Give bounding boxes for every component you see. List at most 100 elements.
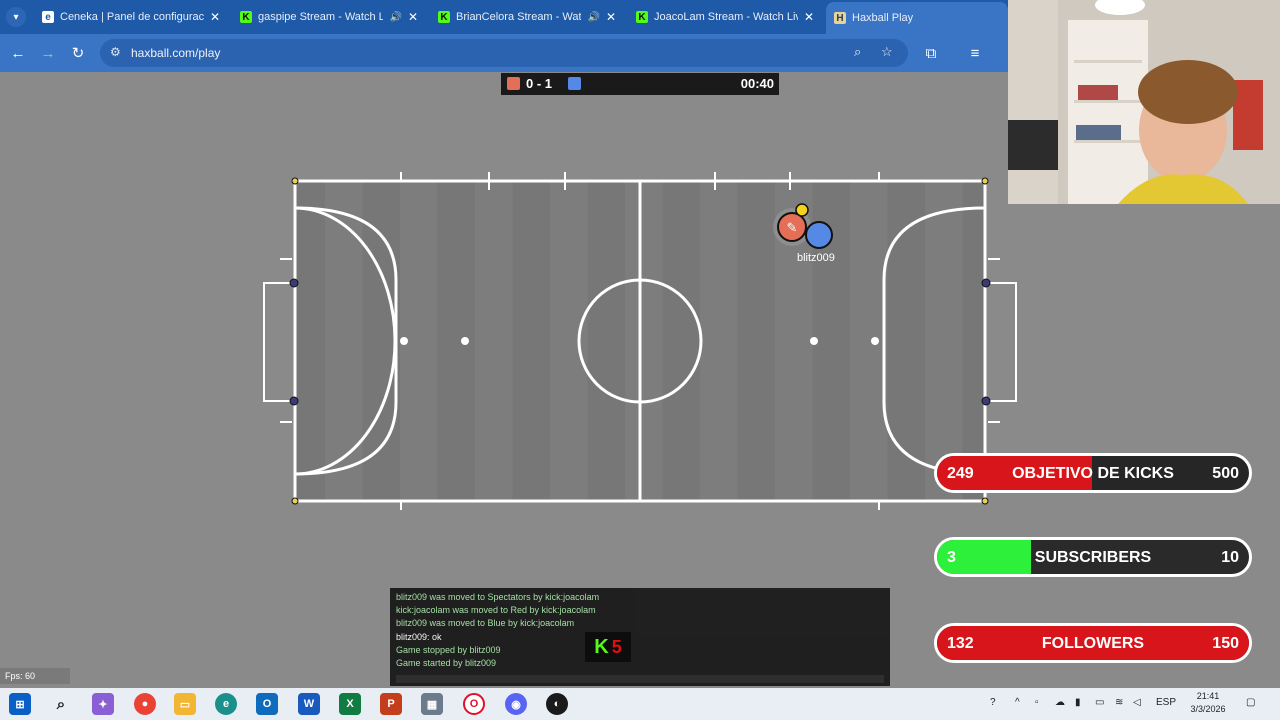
site-info-icon[interactable]: ⚙ <box>110 45 121 59</box>
extensions-icon[interactable]: ⧉ <box>921 43 941 63</box>
close-icon[interactable]: ✕ <box>408 10 418 24</box>
kick-icon: K <box>240 11 252 23</box>
penalty-spot <box>871 337 879 345</box>
penalty-spot <box>400 337 408 345</box>
address-bar[interactable]: ⚙ haxball.com/play ⌕ ☆ <box>100 39 908 67</box>
wifi-icon[interactable]: ≋ <box>1115 697 1123 708</box>
corner-marker <box>981 497 989 505</box>
kick-icon: K <box>438 11 450 23</box>
player-name-label: blitz009 <box>797 252 835 264</box>
copilot-icon[interactable]: ✦ <box>92 693 114 715</box>
goal-target: 150 <box>1212 635 1239 652</box>
outlook-icon[interactable]: O <box>256 693 278 715</box>
left-goal <box>263 282 296 402</box>
goal-bar-subscribers: 3 SUBSCRIBERS 10 <box>934 537 1252 577</box>
opera-icon[interactable]: O <box>463 693 485 715</box>
futsal-field: ✎ <box>263 172 1017 510</box>
goalpost <box>289 278 299 288</box>
system-clock[interactable]: 21:41 3/3/2026 <box>1182 690 1234 716</box>
clock-date: 3/3/2026 <box>1190 704 1226 714</box>
tab-briancelora[interactable]: K BrianCelora Stream - Watch 🔊 ✕ <box>430 4 624 30</box>
close-icon[interactable]: ✕ <box>804 10 814 24</box>
help-icon[interactable]: ? <box>990 697 996 708</box>
calculator-icon[interactable]: ▦ <box>421 693 443 715</box>
microphone-icon[interactable]: ▮ <box>1075 697 1081 708</box>
tab-search-button[interactable]: ▾ <box>6 7 26 27</box>
corner-marker <box>981 177 989 185</box>
tray-app-icon[interactable]: ▫ <box>1035 697 1039 708</box>
goal-target: 500 <box>1212 465 1239 482</box>
corner-marker <box>291 497 299 505</box>
search-icon[interactable]: ⌕ <box>50 693 72 715</box>
forward-arrow-icon[interactable]: → <box>38 43 58 63</box>
tab-label: gaspipe Stream - Watch Live <box>258 11 384 23</box>
windows-start-icon[interactable]: ⊞ <box>9 693 31 715</box>
kick-badge-number: 5 <box>611 636 622 657</box>
kick-logo-icon: K <box>594 635 609 658</box>
windows-taskbar: ⊞ ⌕ ✦ ● ▭ e O W X P ▦ O ◉ ◐ ? ^ ▫ ☁ ▮ ▭ … <box>0 688 1280 720</box>
bookmark-star-icon[interactable]: ☆ <box>881 44 893 60</box>
tab-ceneka[interactable]: e Ceneka | Panel de configuración ✕ <box>34 4 228 30</box>
edge-e-icon: e <box>42 11 54 23</box>
chat-message: Game started by blitz009 <box>396 658 497 668</box>
goalpost <box>981 278 991 288</box>
battery-icon[interactable]: ▭ <box>1095 697 1104 708</box>
goal-label: SUBSCRIBERS <box>1034 549 1152 566</box>
red-team-icon <box>507 77 520 90</box>
blue-team-icon <box>568 77 581 90</box>
close-icon[interactable]: ✕ <box>210 10 220 24</box>
chrome-icon[interactable]: ● <box>134 693 156 715</box>
clock-time: 21:41 <box>1196 691 1220 701</box>
discord-icon[interactable]: ◉ <box>505 693 527 715</box>
score-text: 0 - 1 <box>526 76 553 91</box>
media-controls-icon[interactable]: ≡ <box>965 43 985 63</box>
chat-message: blitz009 was moved to Spectators by kick… <box>396 592 600 602</box>
edge-icon[interactable]: e <box>215 693 237 715</box>
chat-message: Game stopped by blitz009 <box>396 645 501 655</box>
zoom-icon[interactable]: ⌕ <box>854 44 861 60</box>
notifications-icon[interactable]: ▢ <box>1246 697 1255 708</box>
tab-gaspipe[interactable]: K gaspipe Stream - Watch Live 🔊 ✕ <box>232 4 426 30</box>
goal-label: FOLLOWERS <box>1041 635 1145 652</box>
cloud-icon[interactable]: ☁ <box>1055 697 1065 708</box>
powerpoint-icon[interactable]: P <box>380 693 402 715</box>
obs-icon[interactable]: ◐ <box>546 693 568 715</box>
fps-counter: Fps: 60 <box>0 668 70 684</box>
speaker-icon[interactable]: 🔊 <box>389 12 401 23</box>
chat-message: blitz009: ok <box>396 632 442 642</box>
excel-icon[interactable]: X <box>339 693 361 715</box>
goal-bar-followers: 132 FOLLOWERS 150 <box>934 623 1252 663</box>
chat-message: kick:joacolam was moved to Red by kick:j… <box>396 605 596 615</box>
url-text[interactable]: haxball.com/play <box>131 46 220 60</box>
tab-label: BrianCelora Stream - Watch <box>456 11 582 23</box>
chat-message: blitz009 was moved to Blue by kick:joaco… <box>396 618 575 628</box>
chat-panel: blitz009 was moved to Spectators by kick… <box>390 588 890 686</box>
right-goal <box>984 282 1017 402</box>
goalpost <box>289 396 299 406</box>
language-indicator[interactable]: ESP <box>1156 697 1176 708</box>
kick-badge: K 5 <box>585 632 631 662</box>
webcam-overlay <box>1008 0 1280 204</box>
back-arrow-icon[interactable]: ← <box>8 43 28 63</box>
game-timer: 00:40 <box>740 76 774 91</box>
file-explorer-icon[interactable]: ▭ <box>174 693 196 715</box>
tab-label: Ceneka | Panel de configuración <box>60 11 204 23</box>
reload-icon[interactable]: ↻ <box>68 43 88 63</box>
blue-player-disc <box>805 221 833 249</box>
speaker-icon[interactable]: 🔊 <box>587 12 599 23</box>
goal-label: OBJETIVO DE KICKS <box>1012 465 1174 482</box>
ball <box>795 203 809 217</box>
chat-input[interactable] <box>396 675 884 683</box>
volume-icon[interactable]: ◁ <box>1133 697 1141 708</box>
tab-label: Haxball Play <box>852 12 914 24</box>
word-icon[interactable]: W <box>298 693 320 715</box>
goalpost <box>981 396 991 406</box>
chevron-up-icon[interactable]: ^ <box>1015 697 1020 708</box>
scoreboard: 0 - 1 00:40 <box>501 73 779 95</box>
tab-haxball[interactable]: H Haxball Play <box>826 2 1008 34</box>
close-icon[interactable]: ✕ <box>606 10 616 24</box>
kick-icon: K <box>636 11 648 23</box>
haxball-icon: H <box>834 12 846 24</box>
tab-joacolam[interactable]: K JoacoLam Stream - Watch Live ✕ <box>628 4 822 30</box>
corner-marker <box>291 177 299 185</box>
